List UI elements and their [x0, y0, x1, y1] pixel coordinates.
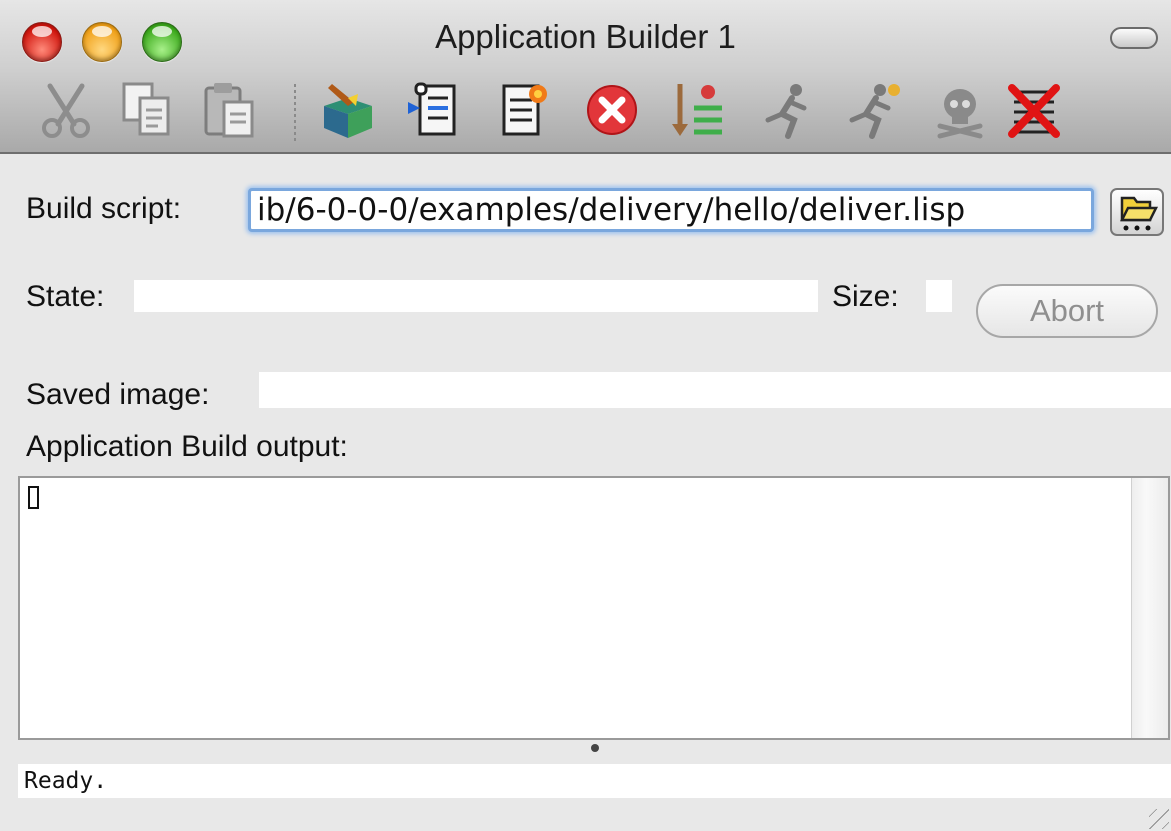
- output-label: Application Build output:: [26, 430, 348, 463]
- script-burst-icon[interactable]: [494, 80, 554, 140]
- size-field: [926, 280, 952, 312]
- script-arrow-icon[interactable]: [406, 80, 466, 140]
- cut-icon[interactable]: [36, 80, 96, 140]
- open-folder-icon: [1119, 196, 1159, 231]
- build-box-icon[interactable]: [318, 80, 378, 140]
- stop-icon[interactable]: [582, 80, 642, 140]
- window-title: Application Builder 1: [435, 18, 736, 55]
- copy-icon[interactable]: [118, 80, 178, 140]
- application-window: Application Builder 1 Build script: ib/6…: [0, 0, 1171, 831]
- title-toolbar: Application Builder 1: [0, 0, 1171, 154]
- clear-output-icon[interactable]: [1004, 80, 1064, 140]
- build-script-input[interactable]: ib/6-0-0-0/examples/delivery/hello/deliv…: [248, 188, 1094, 232]
- abort-button[interactable]: Abort: [976, 284, 1158, 338]
- state-field: [134, 280, 818, 312]
- build-output-textarea[interactable]: [18, 476, 1170, 740]
- run-icon[interactable]: [758, 80, 818, 140]
- output-scrollbar[interactable]: [1131, 478, 1168, 738]
- run-star-icon[interactable]: [844, 80, 904, 140]
- paste-icon[interactable]: [200, 80, 260, 140]
- saved-image-field: [259, 372, 1171, 408]
- splitter-handle[interactable]: [591, 744, 599, 752]
- browse-file-button[interactable]: [1110, 188, 1164, 236]
- download-list-icon[interactable]: [668, 80, 728, 140]
- status-bar: Ready.: [18, 764, 1171, 798]
- size-label: Size:: [832, 280, 899, 313]
- build-script-label: Build script:: [26, 192, 182, 225]
- text-cursor: [28, 486, 39, 509]
- toolbar-separator: [294, 84, 296, 142]
- skull-icon[interactable]: [930, 80, 990, 140]
- state-label: State:: [26, 280, 105, 313]
- saved-image-label: Saved image:: [26, 378, 210, 411]
- toolbar-toggle-button[interactable]: [1110, 27, 1158, 49]
- resize-grip-icon[interactable]: [1149, 809, 1169, 829]
